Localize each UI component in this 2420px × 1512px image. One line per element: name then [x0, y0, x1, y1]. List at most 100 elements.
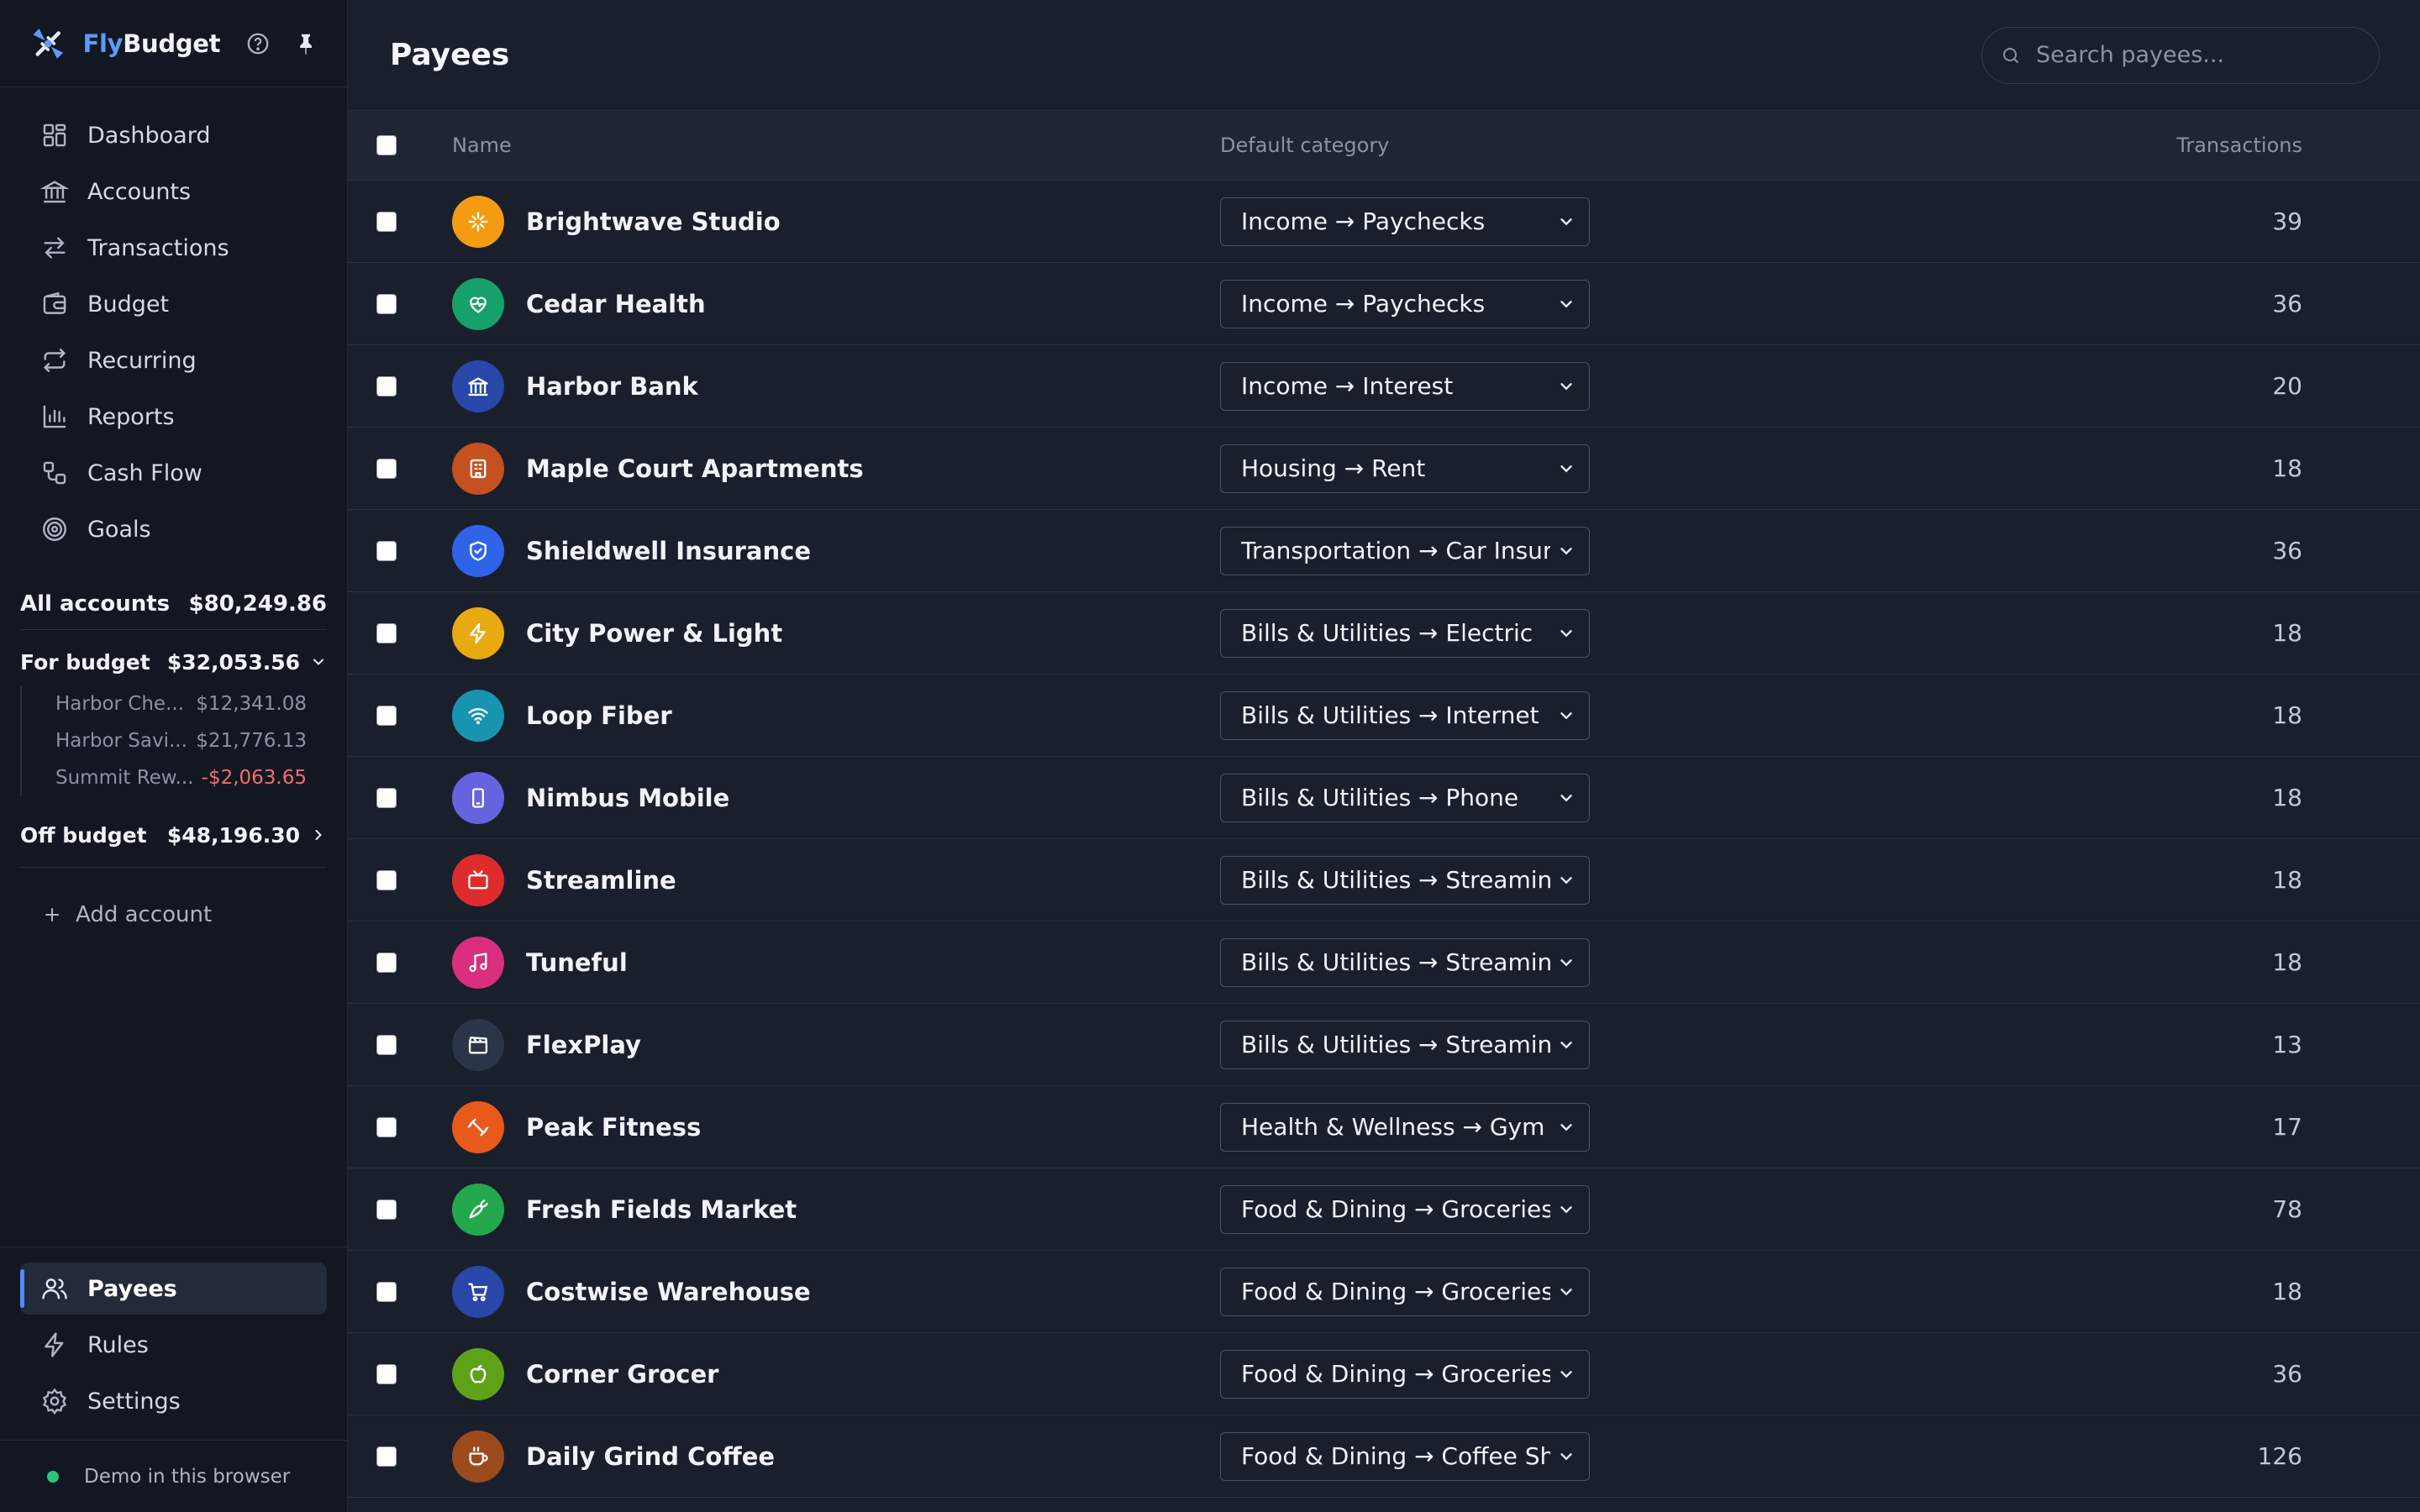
default-category-select[interactable]: Income → Interest — [1220, 361, 1590, 411]
all-accounts-row[interactable]: All accounts $80,249.86 — [20, 587, 327, 621]
default-category-select[interactable]: Bills & Utilities → Streaming — [1220, 855, 1590, 905]
row-checkbox[interactable] — [376, 540, 397, 561]
account-item-summit-rewards[interactable]: Summit Rew... -$2,063.65 — [20, 759, 327, 796]
payee-name[interactable]: Peak Fitness — [526, 1113, 701, 1142]
account-item-harbor-savings[interactable]: Harbor Savi... $21,776.13 — [20, 722, 327, 759]
nav-item-budget[interactable]: Budget — [20, 278, 327, 330]
nav-item-accounts[interactable]: Accounts — [20, 165, 327, 218]
for-budget-group[interactable]: For budget $32,053.56 — [20, 638, 327, 685]
wifi-icon — [468, 707, 488, 724]
payee-name[interactable]: FlexPlay — [526, 1031, 641, 1059]
selected-category: Health & Wellness → Gym — [1241, 1113, 1545, 1141]
row-checkbox[interactable] — [376, 458, 397, 479]
add-account-button[interactable]: Add account — [20, 891, 327, 938]
table-row[interactable]: City Power & Light Bills & Utilities → E… — [348, 592, 2420, 675]
off-budget-group[interactable]: Off budget $48,196.30 — [20, 811, 327, 858]
table-row[interactable]: Streamline Bills & Utilities → Streaming… — [348, 839, 2420, 921]
table-row[interactable]: Tuneful Bills & Utilities → Streaming 18 — [348, 921, 2420, 1004]
payee-name[interactable]: Harbor Bank — [526, 372, 698, 401]
table-row[interactable]: Corner Grocer Food & Dining → Groceries … — [348, 1333, 2420, 1415]
chevron-down-icon — [1560, 547, 1572, 554]
table-row[interactable]: Loop Fiber Bills & Utilities → Internet … — [348, 675, 2420, 757]
default-category-select[interactable]: Income → Paychecks — [1220, 197, 1590, 246]
payee-avatar — [452, 524, 504, 577]
nav-item-transactions[interactable]: Transactions — [20, 222, 327, 274]
row-checkbox[interactable] — [376, 1446, 397, 1467]
payee-name[interactable]: Brightwave Studio — [526, 207, 781, 236]
row-checkbox[interactable] — [376, 622, 397, 643]
nav-item-goals[interactable]: Goals — [20, 503, 327, 555]
payee-name[interactable]: Costwise Warehouse — [526, 1278, 811, 1306]
selected-category: Income → Paychecks — [1241, 290, 1486, 318]
row-checkbox[interactable] — [376, 952, 397, 973]
transaction-count: 18 — [2272, 454, 2302, 482]
table-row[interactable]: Daily Grind Coffee Food & Dining → Coffe… — [348, 1415, 2420, 1498]
nav-item-dashboard[interactable]: Dashboard — [20, 109, 327, 161]
table-row[interactable]: Brightwave Studio Income → Paychecks 39 — [348, 181, 2420, 263]
payee-avatar — [452, 442, 504, 495]
column-header-category[interactable]: Default category — [1220, 134, 1976, 157]
row-checkbox[interactable] — [376, 1199, 397, 1220]
default-category-select[interactable]: Income → Paychecks — [1220, 279, 1590, 328]
default-category-select[interactable]: Bills & Utilities → Streaming — [1220, 937, 1590, 987]
nav-label: Accounts — [87, 178, 192, 205]
column-header-transactions[interactable]: Transactions — [1976, 134, 2420, 157]
row-checkbox[interactable] — [376, 375, 397, 396]
table-row[interactable]: Shieldwell Insurance Transportation → Ca… — [348, 510, 2420, 592]
row-checkbox[interactable] — [376, 1281, 397, 1302]
payee-name[interactable]: Fresh Fields Market — [526, 1195, 797, 1224]
default-category-select[interactable]: Food & Dining → Groceries — [1220, 1267, 1590, 1316]
nav-item-rules[interactable]: Rules — [20, 1319, 327, 1371]
table-row[interactable]: Fresh Fields Market Food & Dining → Groc… — [348, 1168, 2420, 1251]
search-box[interactable] — [1981, 26, 2380, 84]
default-category-select[interactable]: Health & Wellness → Gym — [1220, 1102, 1590, 1152]
default-category-select[interactable]: Food & Dining → Coffee Shops — [1220, 1431, 1590, 1481]
default-category-select[interactable]: Transportation → Car Insurance — [1220, 526, 1590, 575]
row-checkbox[interactable] — [376, 1116, 397, 1137]
account-item-harbor-checking[interactable]: Harbor Che... $12,341.08 — [20, 685, 327, 722]
nav-item-recurring[interactable]: Recurring — [20, 334, 327, 386]
default-category-select[interactable]: Bills & Utilities → Internet — [1220, 690, 1590, 740]
table-row[interactable]: Maple Court Apartments Housing → Rent 18 — [348, 428, 2420, 510]
select-all-checkbox[interactable] — [376, 135, 397, 155]
nav-item-cash-flow[interactable]: Cash Flow — [20, 447, 327, 499]
default-category-select[interactable]: Housing → Rent — [1220, 444, 1590, 493]
default-category-select[interactable]: Food & Dining → Groceries — [1220, 1349, 1590, 1399]
row-checkbox[interactable] — [376, 705, 397, 726]
search-input[interactable] — [2034, 41, 2360, 69]
payee-name[interactable]: Tuneful — [526, 948, 628, 977]
nav-item-payees[interactable]: Payees — [20, 1263, 327, 1315]
table-row[interactable]: FlexPlay Bills & Utilities → Streaming 1… — [348, 1004, 2420, 1086]
table-row[interactable]: Cedar Health Income → Paychecks 36 — [348, 263, 2420, 345]
row-checkbox[interactable] — [376, 1034, 397, 1055]
nav-label: Reports — [87, 403, 175, 430]
payee-name[interactable]: Cedar Health — [526, 290, 706, 318]
nav-label: Recurring — [87, 347, 197, 374]
row-checkbox[interactable] — [376, 869, 397, 890]
column-header-name[interactable]: Name — [452, 134, 1220, 157]
default-category-select[interactable]: Bills & Utilities → Streaming — [1220, 1020, 1590, 1069]
pin-button[interactable] — [293, 29, 318, 58]
row-checkbox[interactable] — [376, 1363, 397, 1384]
table-row[interactable]: Harbor Bank Income → Interest 20 — [348, 345, 2420, 428]
payee-name[interactable]: Maple Court Apartments — [526, 454, 864, 483]
row-checkbox[interactable] — [376, 293, 397, 314]
payee-name[interactable]: Streamline — [526, 866, 676, 895]
help-button[interactable] — [245, 29, 271, 58]
payee-name[interactable]: Corner Grocer — [526, 1360, 718, 1389]
payee-name[interactable]: Nimbus Mobile — [526, 784, 729, 812]
table-row[interactable]: Costwise Warehouse Food & Dining → Groce… — [348, 1251, 2420, 1333]
default-category-select[interactable]: Bills & Utilities → Phone — [1220, 773, 1590, 822]
default-category-select[interactable]: Bills & Utilities → Electric — [1220, 608, 1590, 658]
default-category-select[interactable]: Food & Dining → Groceries — [1220, 1184, 1590, 1234]
payee-name[interactable]: Daily Grind Coffee — [526, 1442, 775, 1471]
nav-item-reports[interactable]: Reports — [20, 391, 327, 443]
row-checkbox[interactable] — [376, 211, 397, 232]
row-checkbox[interactable] — [376, 787, 397, 808]
payee-name[interactable]: City Power & Light — [526, 619, 782, 648]
payee-name[interactable]: Loop Fiber — [526, 701, 672, 730]
table-row[interactable]: Nimbus Mobile Bills & Utilities → Phone … — [348, 757, 2420, 839]
nav-item-settings[interactable]: Settings — [20, 1375, 327, 1427]
table-row[interactable]: Peak Fitness Health & Wellness → Gym 17 — [348, 1086, 2420, 1168]
payee-name[interactable]: Shieldwell Insurance — [526, 537, 811, 565]
